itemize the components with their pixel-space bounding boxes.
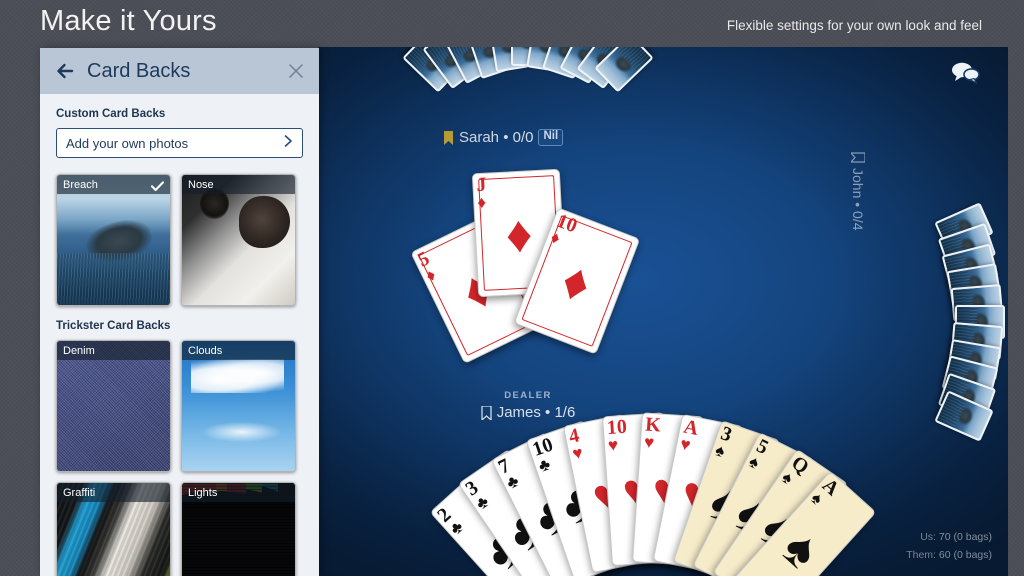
card-back-artwork [57, 341, 170, 471]
score-us-value: 70 (0 bags) [938, 531, 992, 544]
card-back-artwork [57, 175, 170, 305]
add-your-own-photos-button[interactable]: Add your own photos [56, 128, 303, 158]
card-corner: 10 ♥ [606, 416, 628, 456]
player-name-top: Sarah • 0/0 [459, 129, 534, 146]
card-suit: ♣ [502, 471, 522, 494]
player-hand[interactable]: 2♣♣3♣♣7♣♣10♣♣4♥♥10♥♥K♥♥A♥♥3♠♠5♠♠Q♠♠A♠♠ [318, 412, 1008, 576]
page-header: Make it Yours Flexible settings for your… [0, 0, 1024, 47]
header-tagline: Flexible settings for your own look and … [726, 18, 982, 33]
card-back-title-bar: Graffiti [57, 483, 170, 502]
card-back-name: Breach [63, 178, 98, 191]
trickster-card-backs-grid: Denim Clouds Graffiti Lights [56, 340, 303, 576]
player-label-right: John • 0/4 [849, 152, 866, 231]
score-box: Us: 70 (0 bags) Them: 60 (0 bags) [906, 529, 992, 564]
trick-area: 5♦♦J♦♦10♦♦ [410, 157, 683, 387]
card-back-name: Graffiti [63, 486, 96, 499]
custom-card-backs-grid: Breach Nose [56, 174, 303, 306]
card-suit: ♣ [445, 516, 467, 539]
card-back-thumbnail[interactable]: Clouds [181, 340, 296, 472]
card-back-thumbnail[interactable]: Nose [181, 174, 296, 306]
bookmark-filled-icon [443, 130, 454, 145]
panel-title: Card Backs [87, 59, 191, 82]
card-corner: A ♥ [678, 416, 700, 455]
custom-section-heading: Custom Card Backs [56, 108, 166, 120]
chat-bubbles-icon[interactable] [948, 59, 982, 87]
score-them-value: 60 (0 bags) [938, 548, 992, 561]
bookmark-outline-icon [849, 152, 866, 163]
close-icon[interactable] [287, 62, 305, 80]
dealer-name-row: James • 1/6 [448, 404, 608, 421]
card-suit: ♠ [746, 451, 763, 473]
card-back-name: Lights [188, 486, 218, 499]
chevron-right-icon [283, 134, 293, 153]
score-row-us: Us: 70 (0 bags) [906, 529, 992, 546]
card-back-thumbnail[interactable]: Lights [181, 482, 296, 576]
card-back-thumbnail[interactable]: Denim [56, 340, 171, 472]
card-back-thumbnail[interactable]: Breach [56, 174, 171, 306]
card-backs-panel: Card Backs Custom Card Backs Add your ow… [40, 48, 319, 576]
score-us-label: Us: [920, 531, 936, 544]
card-back-title-bar: Denim [57, 341, 170, 360]
player-label-top: Sarah • 0/0 Nil [443, 129, 564, 146]
dealer-caption: DEALER [504, 390, 552, 401]
card-back-name: Nose [188, 178, 214, 191]
card-suit: ♠ [712, 440, 728, 462]
page-title: Make it Yours [40, 5, 217, 37]
card-center-pip: ♠ [771, 518, 832, 576]
card-back-title-bar: Nose [182, 175, 295, 194]
card-back-artwork [182, 341, 295, 471]
card-back-artwork [182, 175, 295, 305]
player-label-bottom: DEALER James • 1/6 [448, 390, 608, 421]
panel-header: Card Backs [40, 48, 319, 94]
card-back-name: Denim [63, 344, 95, 357]
card-suit: ♥ [643, 432, 655, 453]
player-name-right: John • 0/4 [850, 168, 866, 231]
card-back-name: Clouds [188, 344, 223, 357]
card-back-title-bar: Breach [57, 175, 170, 194]
player-name-bottom: James • 1/6 [496, 404, 576, 421]
bid-badge-top: Nil [538, 129, 564, 146]
score-them-label: Them: [906, 548, 936, 561]
card-back-title-bar: Clouds [182, 341, 295, 360]
card-suit: ♣ [472, 491, 493, 514]
card-back-thumbnail[interactable]: Graffiti [56, 482, 171, 576]
top-player-card-fan [402, 47, 654, 111]
game-board: 5♦♦J♦♦10♦♦ Sarah • 0/0 Nil John • 0/4 DE… [318, 47, 1008, 576]
card-suit: ♥ [570, 442, 585, 464]
bookmark-outline-icon [481, 404, 492, 421]
card-suit: ♥ [607, 435, 619, 456]
checkmark-icon [150, 179, 165, 192]
panel-body: Custom Card Backs Add your own photos Br… [40, 94, 319, 576]
card-back-title-bar: Lights [182, 483, 295, 502]
add-photos-label: Add your own photos [66, 135, 189, 151]
back-arrow-icon[interactable] [55, 61, 75, 81]
trickster-section-heading: Trickster Card Backs [56, 320, 171, 332]
right-player-card-fan [914, 202, 1008, 444]
card-corner: 4 ♥ [567, 424, 585, 464]
card-suit: ♣ [535, 454, 553, 477]
score-row-them: Them: 60 (0 bags) [906, 547, 992, 564]
card-corner: K ♥ [643, 414, 661, 453]
card-corner: 2 ♣ [433, 503, 467, 539]
